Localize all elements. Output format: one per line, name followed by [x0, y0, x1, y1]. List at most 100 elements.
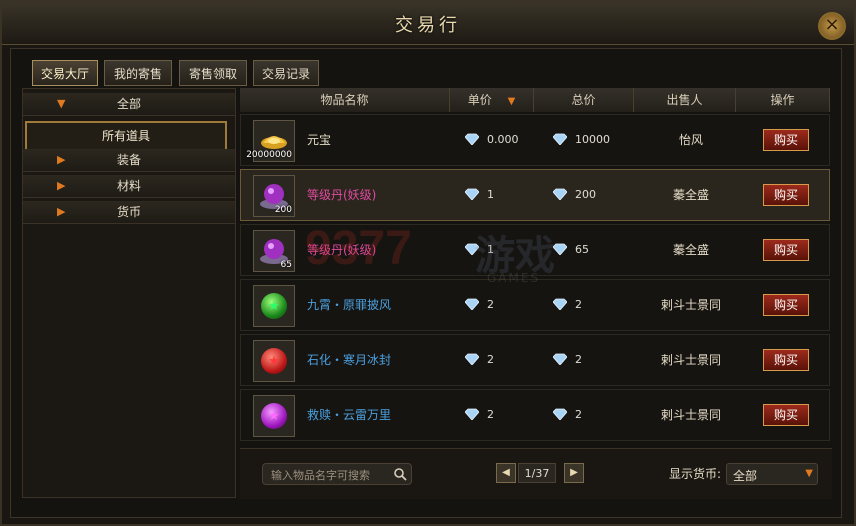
tab-my-consignment[interactable]: 我的寄售 — [104, 60, 172, 86]
category-equipment[interactable]: ▶ 装备 — [23, 149, 235, 172]
item-quantity: 20000000 — [246, 150, 292, 160]
page-indicator: 1/37 — [518, 463, 556, 483]
buy-button[interactable]: 购买 — [763, 184, 809, 206]
header-unit-price[interactable]: 单价 ▼ — [450, 88, 534, 112]
triangle-right-icon: ▶ — [570, 467, 578, 478]
seller-name: 怡风 — [678, 133, 703, 147]
search-icon[interactable] — [393, 467, 407, 481]
window-title: 交易行 — [395, 15, 461, 36]
table-row[interactable]: 20000000 元宝 0.000 10000 怡风 购买 — [240, 114, 830, 166]
category-materials[interactable]: ▶ 材料 — [23, 175, 235, 198]
triangle-left-icon: ◀ — [502, 467, 510, 478]
diamond-icon — [465, 188, 479, 200]
diamond-icon — [465, 243, 479, 255]
red-gem-icon: ★ — [261, 348, 287, 374]
diamond-icon — [553, 188, 567, 200]
item-name: 等级丹(妖级) — [307, 243, 377, 257]
close-button[interactable]: × — [818, 12, 846, 40]
header-seller: 出售人 — [634, 88, 736, 112]
listing-table: 物品名称 单价 ▼ 总价 出售人 操作 20000000 元宝 0.000 10… — [240, 88, 832, 444]
item-slot: 200 — [253, 175, 295, 217]
currency-filter-select[interactable]: 全部 ▼ — [726, 463, 818, 485]
item-slot: ★ — [253, 395, 295, 437]
next-page-button[interactable]: ▶ — [564, 463, 584, 483]
total-price-value: 10000 — [575, 133, 610, 146]
table-row[interactable]: 65 等级丹(妖级) 1 65 蓁全盛 购买 — [240, 224, 830, 276]
total-price-value: 200 — [575, 188, 596, 201]
category-sidebar: ▼ 全部 所有道具 ▶ 装备 ▶ 材料 ▶ 货币 — [22, 88, 236, 498]
tab-trade-records[interactable]: 交易记录 — [253, 60, 319, 86]
total-price-value: 2 — [575, 298, 582, 311]
chevron-right-icon: ▶ — [57, 205, 66, 218]
total-price-value: 2 — [575, 408, 582, 421]
tab-consignment-claim[interactable]: 寄售领取 — [179, 60, 247, 86]
item-name: 救赎・云雷万里 — [307, 408, 392, 422]
chevron-right-icon: ▶ — [57, 179, 66, 192]
diamond-icon — [553, 353, 567, 365]
unit-price-value: 2 — [487, 353, 494, 366]
table-row[interactable]: ★ 九霄・原罪披风 2 2 剌斗士景同 购买 — [240, 279, 830, 331]
diamond-icon — [465, 353, 479, 365]
buy-button[interactable]: 购买 — [763, 349, 809, 371]
seller-name: 蓁全盛 — [672, 243, 709, 257]
footer-bar: ◀ 1/37 ▶ 显示货币: 全部 ▼ — [240, 448, 832, 499]
buy-button[interactable]: 购买 — [763, 294, 809, 316]
chevron-right-icon: ▶ — [57, 153, 66, 166]
item-quantity: 65 — [280, 260, 292, 270]
seller-name: 蓁全盛 — [672, 188, 709, 202]
search-input[interactable] — [269, 466, 393, 484]
sort-down-icon: ▼ — [507, 96, 516, 107]
category-label: 材料 — [116, 179, 141, 193]
table-row[interactable]: ★ 石化・寒月冰封 2 2 剌斗士景同 购买 — [240, 334, 830, 386]
table-row[interactable]: ★ 救赎・云雷万里 2 2 剌斗士景同 购买 — [240, 389, 830, 441]
item-slot: 65 — [253, 230, 295, 272]
item-name: 元宝 — [307, 133, 332, 147]
unit-price-value: 1 — [487, 188, 494, 201]
category-all[interactable]: ▼ 全部 — [23, 93, 235, 116]
tab-trading-hall[interactable]: 交易大厅 — [32, 60, 98, 86]
table-row[interactable]: 200 等级丹(妖级) 1 200 蓁全盛 购买 — [240, 169, 830, 221]
unit-price-value: 1 — [487, 243, 494, 256]
currency-filter-label: 显示货币: — [669, 467, 722, 481]
header-unit-price-label: 单价 — [467, 93, 492, 107]
seller-name: 剌斗士景同 — [660, 298, 721, 312]
category-all-items[interactable]: 所有道具 — [25, 121, 227, 151]
diamond-icon — [465, 298, 479, 310]
item-slot: ★ — [253, 340, 295, 382]
currency-filter-value: 全部 — [733, 469, 758, 483]
purple-gem-icon: ★ — [261, 403, 287, 429]
green-gem-icon: ★ — [261, 293, 287, 319]
category-label: 装备 — [116, 153, 141, 167]
buy-button[interactable]: 购买 — [763, 404, 809, 426]
diamond-icon — [553, 408, 567, 420]
header-action: 操作 — [736, 88, 830, 112]
seller-name: 剌斗士景同 — [660, 408, 721, 422]
category-label: 货币 — [116, 205, 141, 219]
header-total-price: 总价 — [534, 88, 634, 112]
header-item-name: 物品名称 — [240, 88, 450, 112]
item-name: 石化・寒月冰封 — [307, 353, 392, 367]
diamond-icon — [553, 298, 567, 310]
diamond-icon — [553, 243, 567, 255]
category-all-label: 全部 — [116, 97, 141, 111]
total-price-value: 2 — [575, 353, 582, 366]
prev-page-button[interactable]: ◀ — [496, 463, 516, 483]
category-currency[interactable]: ▶ 货币 — [23, 201, 235, 224]
unit-price-value: 2 — [487, 408, 494, 421]
unit-price-value: 2 — [487, 298, 494, 311]
diamond-icon — [553, 133, 567, 145]
item-name: 九霄・原罪披风 — [307, 298, 392, 312]
diamond-icon — [465, 133, 479, 145]
item-quantity: 200 — [274, 205, 292, 215]
seller-name: 剌斗士景同 — [660, 353, 721, 367]
item-slot: 20000000 — [246, 120, 295, 162]
search-box — [262, 463, 412, 485]
diamond-icon — [465, 408, 479, 420]
title-bar: 交易行 × — [2, 2, 854, 45]
item-slot: ★ — [253, 285, 295, 327]
total-price-value: 65 — [575, 243, 589, 256]
item-name: 等级丹(妖级) — [307, 188, 377, 202]
buy-button[interactable]: 购买 — [763, 239, 809, 261]
buy-button[interactable]: 购买 — [763, 129, 809, 151]
chevron-down-icon: ▼ — [805, 468, 813, 479]
